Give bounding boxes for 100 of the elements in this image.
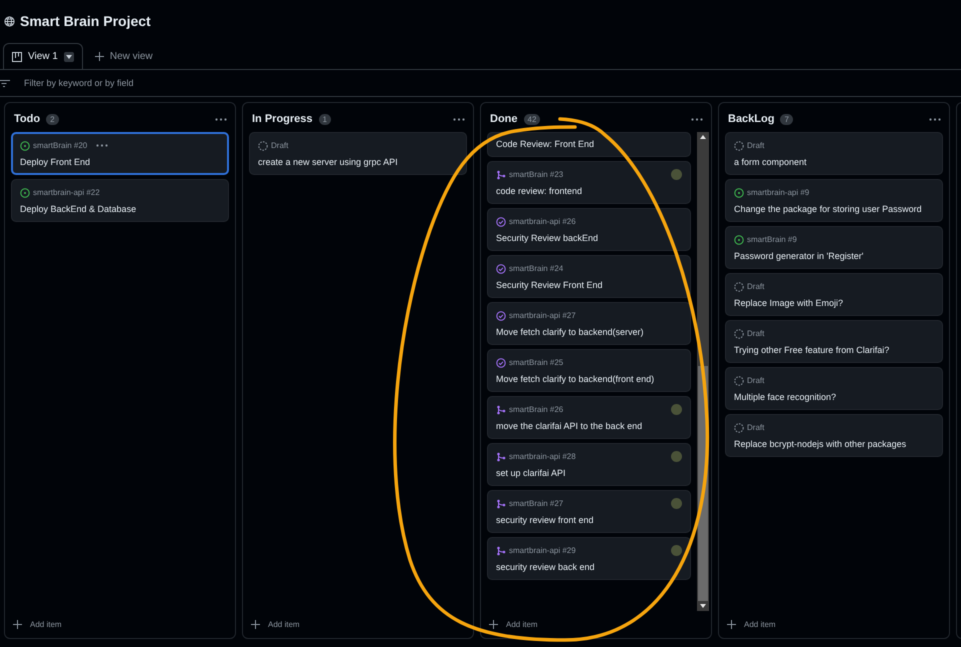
- item-reference: smartbrain-api #9: [747, 188, 810, 197]
- item-card[interactable]: smartBrain #27 security review front end: [487, 490, 691, 533]
- item-title: Deploy Front End: [20, 157, 92, 167]
- item-reference: smartBrain #20: [33, 141, 88, 150]
- item-card[interactable]: smartBrain #20 Deploy Front End: [11, 132, 229, 175]
- item-count: 2: [46, 114, 59, 124]
- plus-icon: [489, 620, 498, 629]
- item-reference: Draft: [271, 141, 288, 150]
- project-title: Smart Brain Project: [20, 13, 151, 29]
- more-icon[interactable]: [96, 144, 108, 147]
- item-title: Security Review backEnd: [496, 233, 600, 243]
- more-icon[interactable]: [215, 118, 227, 120]
- merge-icon: [496, 404, 506, 414]
- item-reference: Draft: [747, 376, 764, 385]
- filter-field[interactable]: Filter by keyword or by field: [22, 77, 326, 89]
- item-card[interactable]: smartBrain #26 move the clarifai API to the back end: [487, 396, 691, 439]
- board-icon: [12, 52, 22, 62]
- item-reference: smartBrain #27: [509, 499, 564, 508]
- item-card[interactable]: Code Review: Front End: [487, 132, 691, 157]
- column-title: Todo: [14, 113, 40, 125]
- item-count: 7: [780, 114, 793, 124]
- draft-icon: [258, 140, 268, 150]
- column-title: BackLog: [728, 113, 774, 125]
- item-reference: smartbrain-api #28: [509, 452, 576, 461]
- open-issue-icon: [734, 234, 744, 244]
- item-card[interactable]: smartbrain-api #28 set up clarifai API: [487, 443, 691, 486]
- merge-icon: [496, 498, 506, 508]
- item-reference: smartBrain #24: [509, 264, 564, 273]
- globe-icon: [4, 16, 15, 26]
- draft-icon: [734, 422, 744, 432]
- item-title: Replace Image with Emoji?: [734, 298, 844, 308]
- open-issue-icon: [20, 188, 30, 198]
- item-title: Multiple face recognition?: [734, 392, 838, 402]
- item-reference: Draft: [747, 329, 764, 338]
- new-view-button[interactable]: New view: [90, 43, 157, 69]
- item-card[interactable]: smartBrain #24 Security Review Front End: [487, 255, 691, 298]
- item-card[interactable]: smartBrain #9 Password generator in 'Register': [725, 226, 943, 269]
- filter-icon[interactable]: [0, 80, 10, 86]
- item-card[interactable]: smartBrain #25 Move fetch clarify to backend(front end): [487, 349, 691, 392]
- merge-icon: [496, 452, 506, 462]
- item-card[interactable]: smartbrain-api #26 Security Review backEnd: [487, 208, 691, 251]
- more-icon[interactable]: [691, 118, 703, 120]
- item-title: Move fetch clarify to backend(front end): [496, 374, 656, 384]
- open-issue-icon: [734, 188, 744, 198]
- view-tab[interactable]: View 1: [3, 43, 83, 69]
- plus-icon: [727, 620, 736, 629]
- plus-icon: [251, 620, 260, 629]
- item-title: Move fetch clarify to backend(server): [496, 327, 645, 337]
- dropdown-icon[interactable]: [64, 52, 74, 62]
- draft-icon: [734, 376, 744, 386]
- plus-icon: [94, 52, 104, 60]
- item-title: a form component: [734, 157, 808, 167]
- item-title: create a new server using grpc API: [258, 157, 399, 167]
- item-reference: smartBrain #26: [509, 405, 564, 414]
- item-card[interactable]: smartBrain #23 code review: frontend: [487, 161, 691, 204]
- item-title: Password generator in 'Register': [734, 251, 864, 261]
- item-title: Change the package for storing user Password: [734, 204, 923, 214]
- merge-icon: [496, 170, 506, 180]
- draft-icon: [734, 328, 744, 338]
- more-icon[interactable]: [453, 118, 465, 120]
- item-card[interactable]: smartbrain-api #27 Move fetch clarify to backend(server): [487, 302, 691, 345]
- item-card[interactable]: smartbrain-api #9 Change the package for storing user Password: [725, 179, 943, 222]
- add-item-button[interactable]: Add item: [243, 611, 473, 638]
- column-title: Done: [490, 113, 518, 125]
- add-item-button[interactable]: Add item: [481, 611, 711, 638]
- item-reference: smartbrain-api #26: [509, 217, 576, 226]
- item-reference: smartbrain-api #29: [509, 546, 576, 555]
- item-title: Trying other Free feature from Clarifai?: [734, 345, 890, 355]
- item-card[interactable]: Draft a form component: [725, 132, 943, 175]
- item-title: security review back end: [496, 562, 596, 572]
- item-card[interactable]: Draft Trying other Free feature from Clarifai?: [725, 320, 943, 363]
- more-icon[interactable]: [929, 118, 941, 120]
- add-item-button[interactable]: Add item: [719, 611, 949, 638]
- item-title: Replace bcrypt-nodejs with other packages: [734, 439, 908, 449]
- check-circle-icon: [496, 310, 506, 320]
- item-title: Security Review Front End: [496, 280, 604, 290]
- item-reference: smartbrain-api #22: [33, 188, 100, 197]
- item-reference: Draft: [747, 282, 764, 291]
- item-card[interactable]: smartbrain-api #22 Deploy BackEnd & Database: [11, 179, 229, 222]
- check-circle-icon: [496, 216, 506, 226]
- item-card[interactable]: Draft Multiple face recognition?: [725, 367, 943, 410]
- item-reference: smartBrain #23: [509, 170, 564, 179]
- draft-icon: [734, 282, 744, 292]
- item-card[interactable]: Draft create a new server using grpc API: [249, 132, 467, 175]
- item-title: security review front end: [496, 515, 595, 525]
- item-card[interactable]: Draft Replace Image with Emoji?: [725, 273, 943, 316]
- item-title: move the clarifai API to the back end: [496, 421, 644, 431]
- item-title: Code Review: Front End: [496, 139, 596, 149]
- item-reference: smartBrain #25: [509, 358, 564, 367]
- item-card[interactable]: smartbrain-api #29 security review back end: [487, 537, 691, 580]
- item-title: Deploy BackEnd & Database: [20, 204, 138, 214]
- item-reference: smartBrain #9: [747, 235, 797, 244]
- column-title: In Progress: [252, 113, 313, 125]
- merge-icon: [496, 546, 506, 556]
- item-card[interactable]: Draft Replace bcrypt-nodejs with other packages: [725, 414, 943, 457]
- draft-icon: [734, 140, 744, 150]
- add-item-button[interactable]: Add item: [5, 611, 235, 638]
- item-count: 42: [524, 114, 540, 124]
- item-title: code review: frontend: [496, 186, 584, 196]
- item-reference: Draft: [747, 423, 764, 432]
